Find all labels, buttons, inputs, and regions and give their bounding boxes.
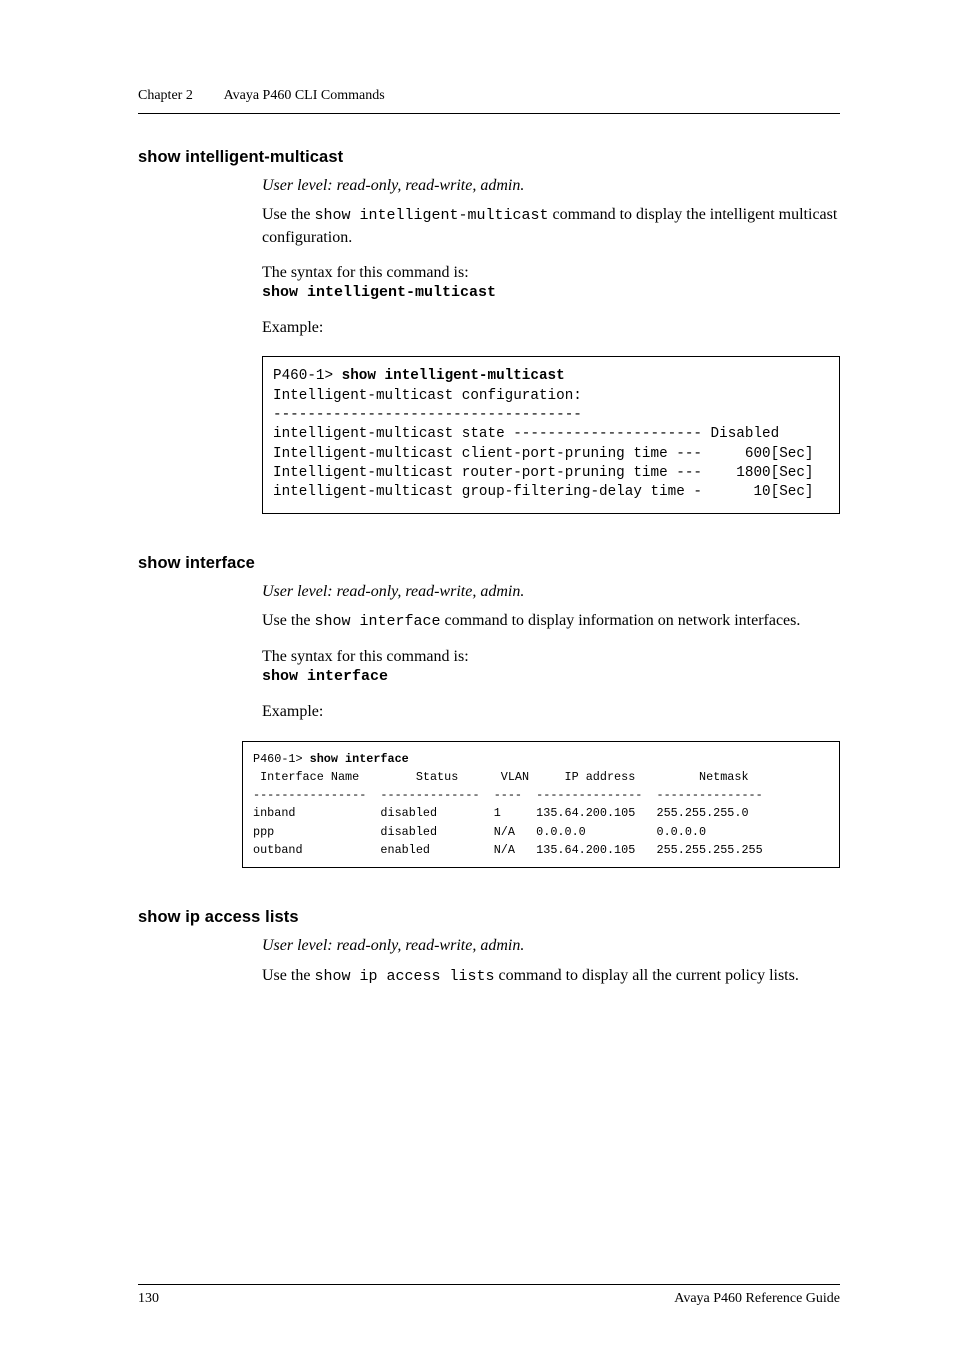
code-prompt: P460-1> [273,368,342,384]
footer-title: Avaya P460 Reference Guide [674,1291,840,1307]
code-block: P460-1> show interface Interface Name St… [242,741,840,869]
desc-post: command to display all the current polic… [494,967,798,984]
section-body: User level: read-only, read-write, admin… [262,935,840,987]
syntax-label: The syntax for this command is: [262,262,840,284]
section-body: User level: read-only, read-write, admin… [262,175,840,514]
syntax-label: The syntax for this command is: [262,646,840,668]
page-number: 130 [138,1291,159,1307]
user-level: User level: read-only, read-write, admin… [262,581,840,603]
desc-pre: Use the [262,967,314,984]
running-header: Chapter 2 Avaya P460 CLI Commands [138,88,840,114]
user-level: User level: read-only, read-write, admin… [262,175,840,197]
desc-pre: Use the [262,206,314,223]
section-heading: show ip access lists [138,908,840,927]
code-command: show intelligent-multicast [342,368,565,384]
code-prompt: P460-1> [253,752,310,766]
syntax-command: show interface [262,668,840,685]
desc-pre: Use the [262,612,314,629]
example-label: Example: [262,317,840,339]
section-body: User level: read-only, read-write, admin… [262,581,840,869]
chapter-title: Avaya P460 CLI Commands [224,88,385,103]
syntax-command: show intelligent-multicast [262,284,840,301]
inline-command: show intelligent-multicast [314,207,548,224]
inline-command: show ip access lists [314,968,494,985]
code-command: show interface [310,752,409,766]
code-output: Interface Name Status VLAN IP address Ne… [253,770,763,857]
code-output: Intelligent-multicast configuration: ---… [273,388,814,500]
user-level: User level: read-only, read-write, admin… [262,935,840,957]
example-label: Example: [262,701,840,723]
description: Use the show ip access lists command to … [262,965,840,987]
chapter-number: Chapter 2 [138,88,193,103]
code-block: P460-1> show intelligent-multicast Intel… [262,356,840,513]
page: Chapter 2 Avaya P460 CLI Commands show i… [0,0,954,1351]
description: Use the show intelligent-multicast comma… [262,204,840,248]
section-heading: show interface [138,554,840,573]
page-footer: 130 Avaya P460 Reference Guide [138,1284,840,1307]
description: Use the show interface command to displa… [262,610,840,632]
inline-command: show interface [314,613,440,630]
section-heading: show intelligent-multicast [138,148,840,167]
desc-post: command to display information on networ… [440,612,800,629]
